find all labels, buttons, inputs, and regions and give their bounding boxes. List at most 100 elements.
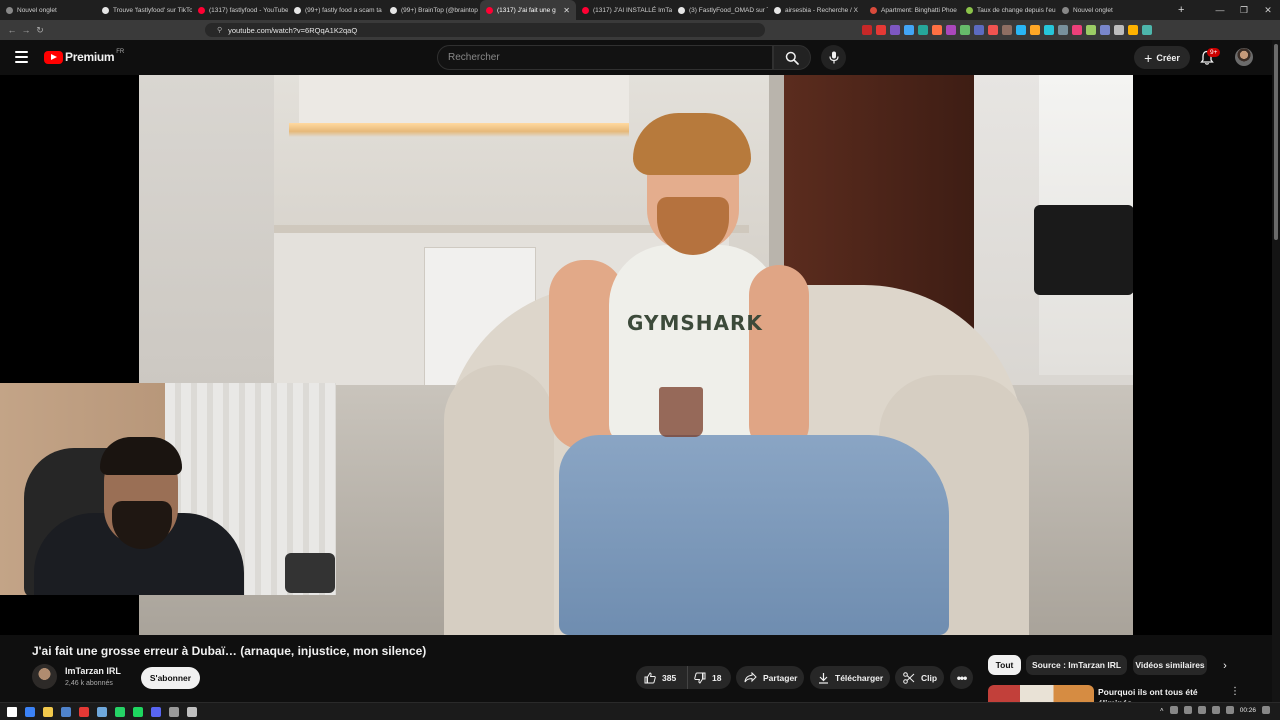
tab-favicon-icon (486, 6, 493, 14)
extension-icon[interactable] (904, 25, 914, 35)
video-player[interactable]: GYMSHARK (0, 75, 1272, 635)
extension-icon[interactable] (1142, 25, 1152, 35)
chip-source[interactable]: Source : ImTarzan IRL (1026, 655, 1127, 675)
browser-tab[interactable]: Trouve 'fastlyfood' sur TikTok (96, 0, 192, 20)
taskbar-apps (7, 707, 197, 717)
shirt-print: GYMSHARK (627, 311, 763, 335)
chip-similar-videos[interactable]: Vidéos similaires (1133, 655, 1207, 675)
like-button[interactable]: 385 (636, 666, 688, 689)
extension-icon[interactable] (960, 25, 970, 35)
browser-tab[interactable]: Taux de change depuis l'eu (960, 0, 1056, 20)
share-button[interactable]: Partager (736, 666, 804, 689)
extension-icon[interactable] (1016, 25, 1026, 35)
taskbar-app-icon[interactable] (151, 707, 161, 717)
taskbar-app-icon[interactable] (61, 707, 71, 717)
extension-icon[interactable] (1058, 25, 1068, 35)
browser-tab[interactable]: Apartment: Binghatti Phoe (864, 0, 960, 20)
create-button[interactable]: + Créer (1134, 46, 1190, 69)
restore-icon[interactable]: ❐ (1232, 0, 1256, 20)
more-actions-button[interactable]: ••• (950, 666, 973, 689)
browser-tab[interactable]: Nouvel onglet (0, 0, 96, 20)
channel-avatar[interactable] (32, 664, 57, 689)
taskbar-app-icon[interactable] (79, 707, 89, 717)
extension-icon[interactable] (1128, 25, 1138, 35)
download-button[interactable]: Télécharger (810, 666, 890, 689)
recommendation-thumbnail[interactable] (988, 685, 1094, 702)
browser-tab[interactable]: (1317) fastlyfood - YouTube (192, 0, 288, 20)
like-count: 385 (662, 672, 677, 683)
extension-icon[interactable] (1114, 25, 1124, 35)
browser-tab[interactable]: (1317) J'ai fait une g ✕ (480, 0, 576, 20)
dislike-button[interactable]: 18 (688, 666, 731, 689)
new-tab-icon[interactable]: + (1178, 4, 1184, 16)
volume-icon[interactable] (1225, 706, 1234, 714)
subscribe-button[interactable]: S'abonner (141, 667, 200, 689)
browser-tab[interactable]: airsesbia - Recherche / X (768, 0, 864, 20)
clock[interactable]: 00:26 (1240, 707, 1256, 714)
taskbar-app-icon[interactable] (115, 707, 125, 717)
menu-icon[interactable] (15, 51, 28, 63)
account-avatar[interactable] (1235, 48, 1253, 66)
clip-button[interactable]: Clip (895, 666, 944, 689)
minimize-icon[interactable]: — (1208, 0, 1232, 20)
tab-favicon-icon (582, 6, 589, 14)
start-icon[interactable] (7, 707, 17, 717)
extension-icon[interactable] (1072, 25, 1082, 35)
extension-icon[interactable] (946, 25, 956, 35)
close-window-icon[interactable]: ✕ (1256, 0, 1280, 20)
voice-search-button[interactable] (821, 45, 846, 70)
search-input[interactable]: Rechercher (437, 45, 773, 70)
youtube-premium-logo[interactable]: Premium FR (44, 49, 124, 64)
tab-favicon-icon (198, 6, 205, 14)
browser-tab[interactable]: (3) FastlyFood_OMAD sur T (672, 0, 768, 20)
taskbar-app-icon[interactable] (25, 707, 35, 717)
extension-icon[interactable] (1030, 25, 1040, 35)
extension-icon[interactable] (876, 25, 886, 35)
extension-icon[interactable] (1044, 25, 1054, 35)
reload-icon[interactable]: ↻ (33, 25, 47, 36)
extension-icon[interactable] (1002, 25, 1012, 35)
taskbar-app-icon[interactable] (133, 707, 143, 717)
extension-icon[interactable] (1100, 25, 1110, 35)
channel-name[interactable]: ImTarzan IRL (65, 666, 121, 676)
extension-icon[interactable] (932, 25, 942, 35)
taskbar-app-icon[interactable] (97, 707, 107, 717)
recommendation-title[interactable]: Pourquoi ils ont tous été éliminés (1098, 687, 1208, 702)
browser-tab-strip: Nouvel onglet Trouve 'fastlyfood' sur Tik… (0, 0, 1280, 20)
recommendation-menu-icon[interactable]: ⋮ (1230, 686, 1240, 697)
create-label: Créer (1156, 52, 1180, 63)
browser-tab[interactable]: (99+) fastly food a scam ta (288, 0, 384, 20)
chevron-right-icon[interactable]: › (1217, 658, 1233, 674)
extension-icon[interactable] (1086, 25, 1096, 35)
search-button[interactable] (773, 45, 811, 70)
forward-icon[interactable]: → (19, 25, 33, 35)
back-icon[interactable]: ← (5, 25, 19, 35)
browser-tab[interactable]: (1317) J'AI INSTALLÉ ImTa (576, 0, 672, 20)
youtube-header: Premium FR Rechercher + Créer 9+ (0, 40, 1280, 75)
browser-tab[interactable]: (99+) BrainTop (@braintop (384, 0, 480, 20)
tray-chevron-icon[interactable]: ˄ (1160, 707, 1164, 714)
extension-icon[interactable] (974, 25, 984, 35)
extension-icon[interactable] (988, 25, 998, 35)
tab-favicon-icon (294, 6, 301, 14)
tab-favicon-icon (678, 6, 685, 14)
tray-app-icon[interactable] (1183, 706, 1192, 714)
tray-app-icon[interactable] (1169, 706, 1178, 714)
close-tab-icon[interactable]: ✕ (558, 6, 570, 15)
site-info-icon[interactable]: ⚲ (217, 26, 222, 34)
extension-icon[interactable] (862, 25, 872, 35)
scrollbar-thumb[interactable] (1274, 44, 1278, 240)
notifications-icon[interactable] (1262, 706, 1270, 714)
network-icon[interactable] (1211, 706, 1220, 714)
extension-icon[interactable] (890, 25, 900, 35)
streamer-webcam-overlay (0, 383, 336, 595)
taskbar-app-icon[interactable] (169, 707, 179, 717)
taskbar-app-icon[interactable] (187, 707, 197, 717)
tray-app-icon[interactable] (1197, 706, 1206, 714)
extension-icon[interactable] (918, 25, 928, 35)
url-field[interactable]: ⚲ youtube.com/watch?v=6RQqA1K2qaQ (205, 23, 765, 37)
taskbar-app-icon[interactable] (43, 707, 53, 717)
tab-label: Taux de change depuis l'eu (977, 6, 1056, 14)
chip-all[interactable]: Tout (988, 655, 1021, 675)
browser-tab[interactable]: Nouvel onglet (1056, 0, 1166, 20)
